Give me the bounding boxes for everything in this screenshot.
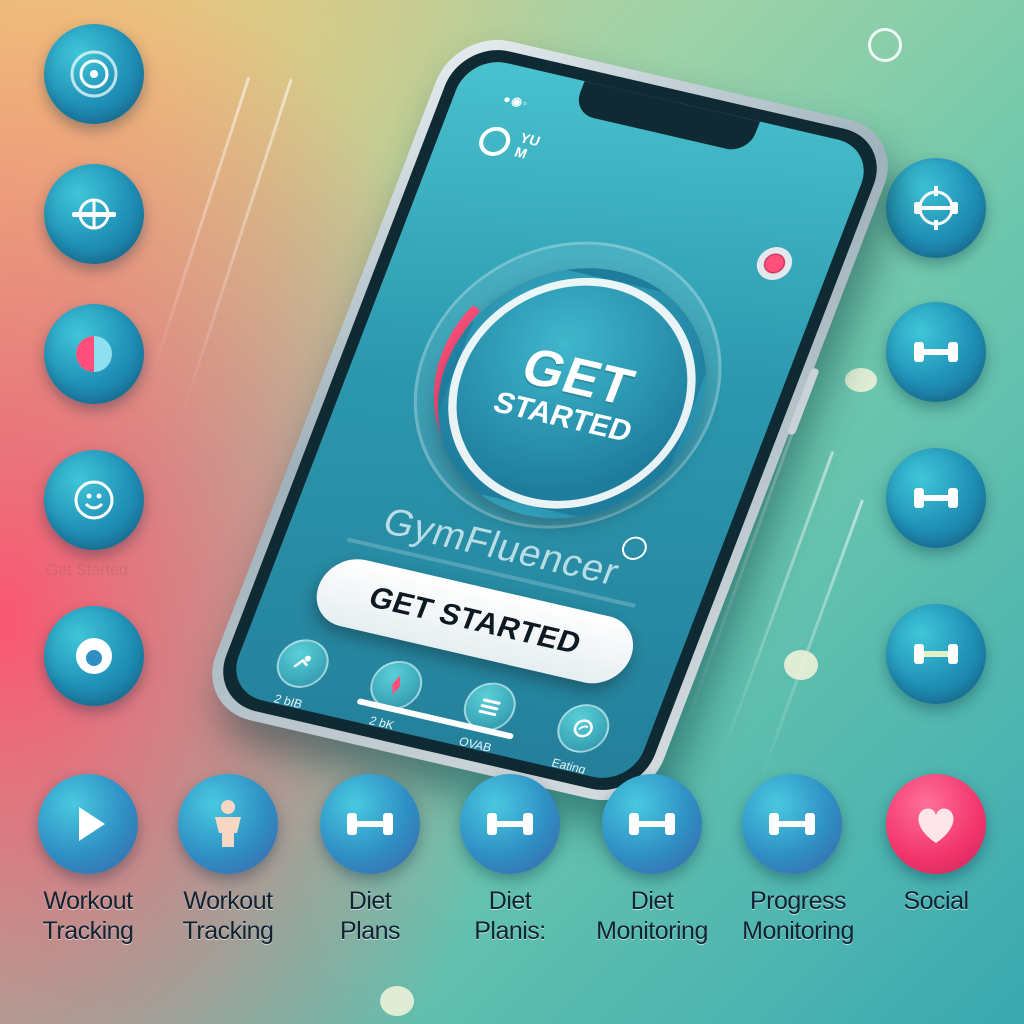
dumbbell-icon [769, 813, 815, 835]
feature-label: Diet Planis: [474, 887, 546, 945]
crosshair-dumbbell-icon[interactable] [886, 158, 986, 258]
dumbbell-icon[interactable] [602, 774, 702, 874]
feature-label: Diet Plans [339, 887, 401, 945]
crosshair-dumbbell-icon [914, 186, 958, 230]
dumbbell-icon[interactable] [742, 774, 842, 874]
decor-dot [784, 650, 818, 680]
dumbbell-icon[interactable] [886, 448, 986, 548]
smile-icon [74, 480, 114, 520]
light-streak [178, 78, 293, 422]
heart-icon [918, 808, 954, 843]
globe-icon[interactable] [44, 164, 144, 264]
dumbbell-icon [914, 342, 958, 362]
dumbbell-icon[interactable] [886, 604, 986, 704]
target-icon [70, 50, 118, 98]
status-bar: ●◉◦ [501, 91, 531, 111]
pie-icon[interactable] [44, 304, 144, 404]
pie-icon [76, 336, 112, 372]
body-icon [215, 800, 241, 847]
decor-dot [845, 368, 877, 392]
feature-label: Workout Tracking [42, 887, 134, 945]
feature-label: Workout Tracking [182, 887, 274, 945]
dumbbell-icon [914, 488, 958, 508]
app-logo-icon [474, 123, 515, 159]
ghost-caption: Get Started [46, 562, 128, 579]
dumbbell-icon[interactable] [320, 774, 420, 874]
runner-icon [269, 634, 337, 693]
play-icon [79, 807, 105, 841]
play-icon[interactable] [38, 774, 138, 874]
record-icon[interactable] [751, 243, 798, 284]
dumbbell-icon[interactable] [886, 302, 986, 402]
phone-mockup: ●◉◦ YU M GET STARTED GymFluencer GET STA… [195, 28, 905, 812]
feature-label: Progress Monitoring [742, 887, 854, 945]
smile-icon[interactable] [44, 450, 144, 550]
decor-dot [380, 986, 414, 1016]
light-streak [758, 499, 865, 783]
globe-icon [72, 198, 116, 230]
dumbbell-icon[interactable] [460, 774, 560, 874]
feature-label: Diet Monitoring [596, 887, 708, 945]
heart-icon[interactable] [886, 774, 986, 874]
drop-icon[interactable] [44, 606, 144, 706]
target-icon[interactable] [44, 24, 144, 124]
leaf-icon [549, 699, 617, 758]
light-streak [148, 76, 251, 382]
app-logo-text: YU M [512, 129, 543, 162]
drop-icon [76, 638, 112, 674]
dumbbell-icon [914, 644, 958, 664]
dumbbell-icon [629, 813, 675, 835]
feature-label: Social [903, 887, 969, 915]
dumbbell-icon [347, 813, 393, 835]
body-icon[interactable] [178, 774, 278, 874]
dumbbell-icon [487, 813, 533, 835]
decor-ring [868, 28, 902, 62]
